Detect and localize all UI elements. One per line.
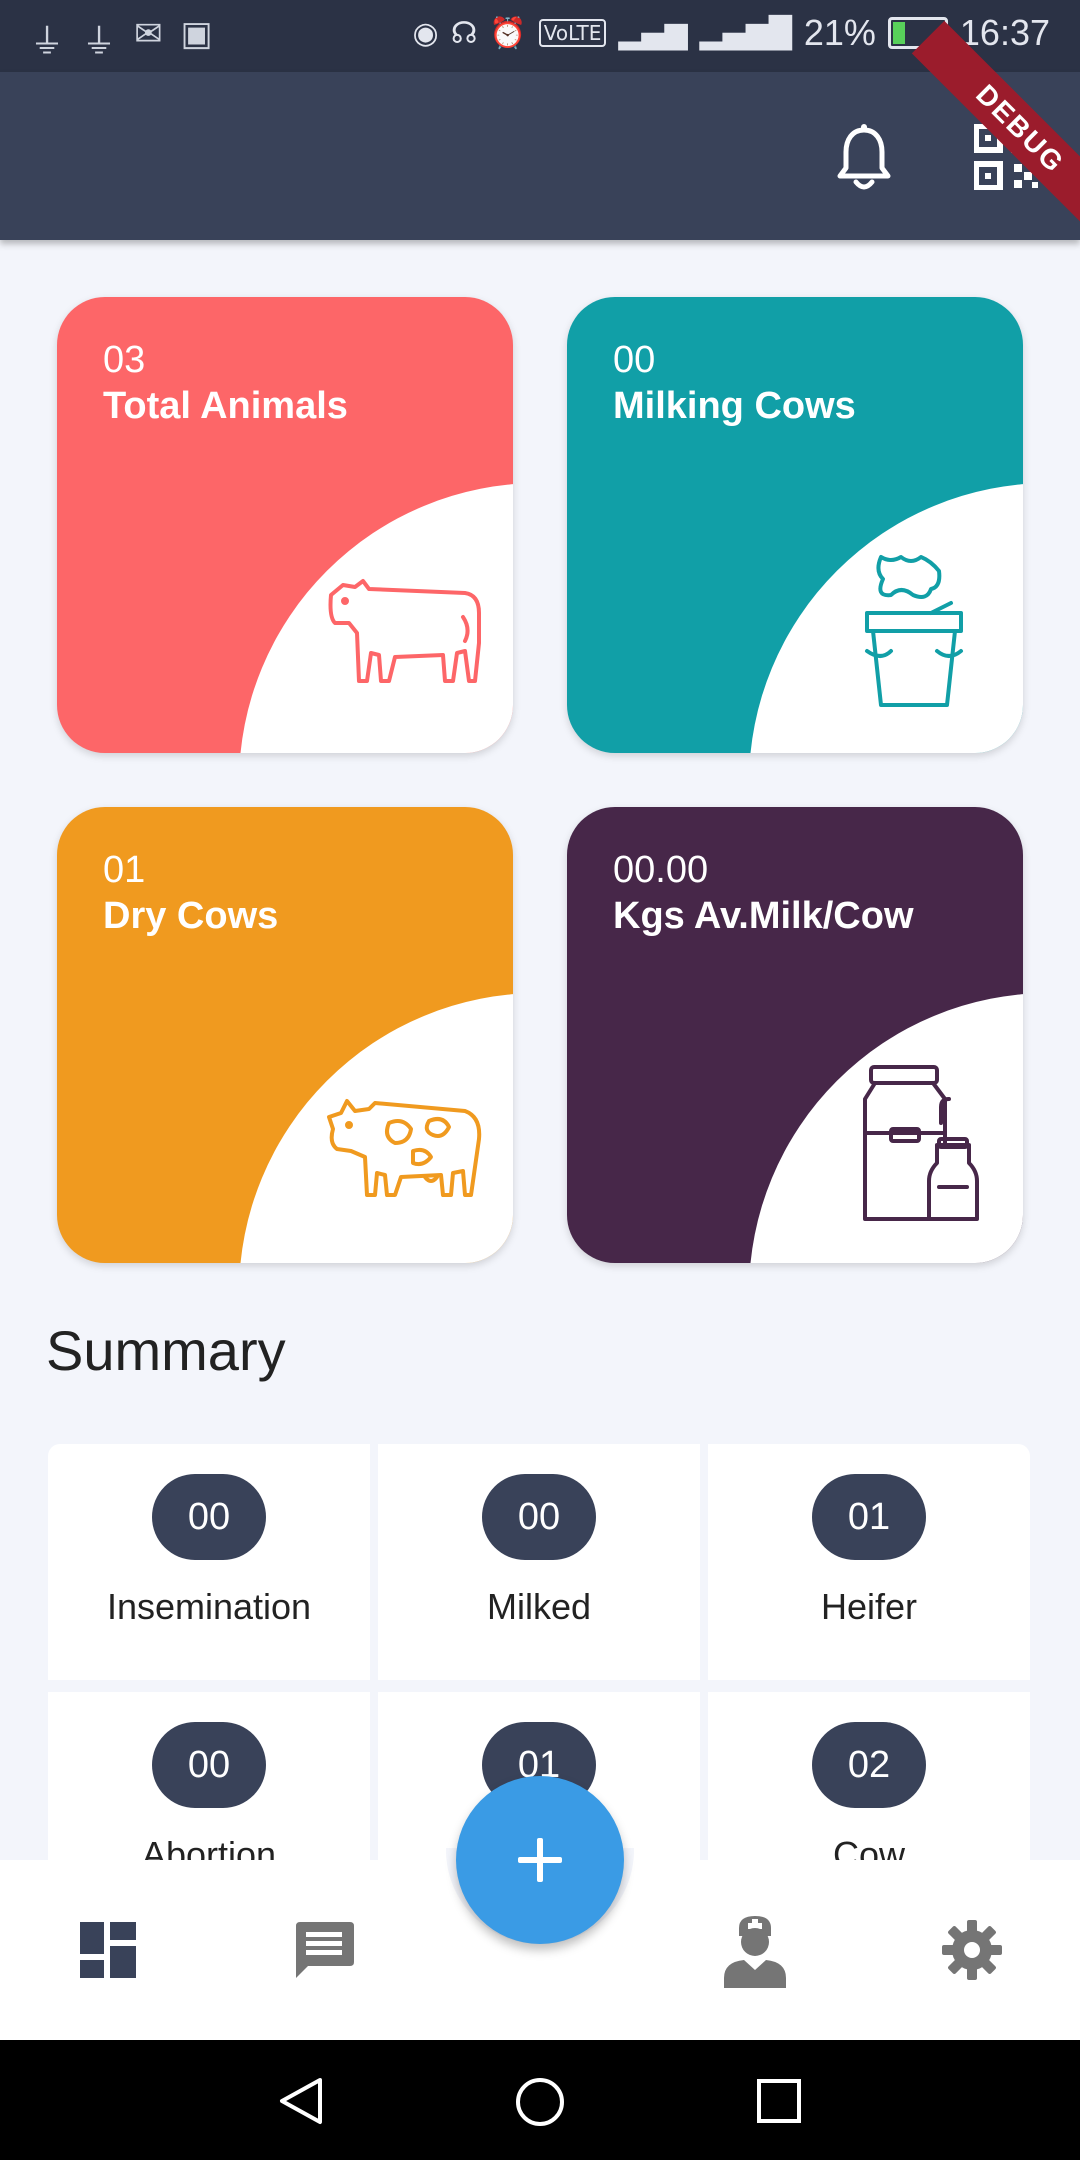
summary-label: Heifer: [820, 1586, 918, 1627]
stat-card-total-animals[interactable]: 03 Total Animals: [57, 297, 513, 753]
stat-label: Total Animals: [103, 385, 348, 427]
summary-item-heifer[interactable]: 01 Heifer: [708, 1444, 1030, 1680]
usb-icon: ⏚: [82, 22, 116, 62]
hotspot-icon: ◉: [412, 15, 439, 51]
stat-label: Kgs Av.Milk/Cow: [613, 895, 914, 937]
usb-icon: ⏚: [30, 22, 64, 62]
settings-icon[interactable]: [942, 1920, 1002, 1980]
signal-2g-icon: ▂▄▆: [618, 15, 688, 51]
stat-card-avg-milk[interactable]: 00.00 Kgs Av.Milk/Cow: [567, 807, 1023, 1263]
headset-icon: ☊: [450, 15, 478, 51]
summary-label: Insemination: [106, 1586, 312, 1627]
system-navigation-bar: [0, 2040, 1080, 2160]
stat-value: 03: [103, 339, 146, 381]
summary-label: Milked: [486, 1586, 592, 1627]
summary-count: 00: [152, 1474, 266, 1560]
flipboard-icon: ▣: [180, 14, 213, 54]
bell-icon[interactable]: [832, 124, 896, 194]
stat-label: Milking Cows: [613, 385, 856, 427]
stat-value: 00.00: [613, 849, 709, 891]
cow-outline-icon: [328, 579, 481, 683]
milk-bucket-icon: [865, 555, 963, 707]
summary-title: Summary: [46, 1319, 286, 1382]
stat-label: Dry Cows: [103, 895, 279, 937]
spotted-cow-icon: [327, 1099, 482, 1197]
notification-icons: ⏚ ⏚ ✉ ▣: [30, 14, 213, 63]
back-icon[interactable]: [276, 2076, 324, 2126]
status-bar: ⏚ ⏚ ✉ ▣ ◉ ☊ ⏰ VoLTE ▂▄▆ ▂▄▆█ 21% 16:37: [0, 0, 1080, 72]
stat-card-milking-cows[interactable]: 00 Milking Cows: [567, 297, 1023, 753]
summary-count: 02: [812, 1722, 926, 1808]
milk-can-icon: [863, 1065, 979, 1221]
mail-icon: ✉: [134, 14, 163, 54]
app-bar: DEBUG: [0, 20, 1080, 240]
add-button[interactable]: [456, 1776, 624, 1944]
summary-item-insemination[interactable]: 00 Insemination: [48, 1444, 370, 1680]
signal-4g-icon: ▂▄▆█: [699, 15, 792, 51]
home-icon[interactable]: [514, 2076, 566, 2128]
volte-icon: VoLTE: [538, 19, 607, 47]
message-icon[interactable]: [294, 1920, 354, 1980]
alarm-icon: ⏰: [489, 15, 527, 51]
summary-count: 00: [482, 1474, 596, 1560]
summary-count: 00: [152, 1722, 266, 1808]
recents-icon[interactable]: [756, 2078, 802, 2124]
clock: 16:37: [959, 12, 1050, 53]
stat-value: 00: [613, 339, 656, 381]
stat-value: 01: [103, 849, 146, 891]
summary-item-milked[interactable]: 00 Milked: [378, 1444, 700, 1680]
doctor-icon[interactable]: [722, 1914, 788, 1988]
summary-count: 01: [812, 1474, 926, 1560]
dashboard-icon[interactable]: [80, 1922, 136, 1978]
stat-card-dry-cows[interactable]: 01 Dry Cows: [57, 807, 513, 1263]
battery-percent: 21%: [803, 12, 876, 53]
